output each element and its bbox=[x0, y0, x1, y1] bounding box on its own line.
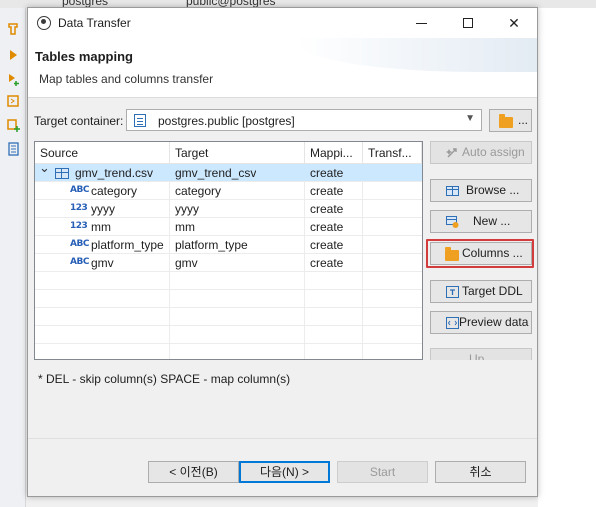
target-container-label: Target container: bbox=[34, 114, 124, 128]
cell-source: gmv bbox=[91, 256, 114, 270]
cell-source: gmv_trend.csv bbox=[75, 166, 154, 180]
cancel-button[interactable]: 취소 bbox=[435, 461, 526, 483]
cell-target[interactable]: gmv_trend_csv bbox=[175, 164, 256, 182]
ide-left-toolbar bbox=[0, 8, 26, 507]
cell-mapping[interactable]: create bbox=[310, 218, 343, 236]
numeric-type-icon: 123 bbox=[70, 221, 88, 231]
header-decoration bbox=[297, 38, 537, 72]
cell-mapping[interactable]: create bbox=[310, 254, 343, 272]
table-row-empty bbox=[35, 272, 422, 290]
target-ddl-label: Target DDL bbox=[462, 284, 523, 298]
new-button[interactable]: New ... bbox=[430, 210, 532, 233]
dialog-titlebar[interactable]: Data Transfer ✕ bbox=[28, 8, 537, 38]
browse-button[interactable]: Browse ... bbox=[430, 179, 532, 202]
ddl-icon bbox=[446, 286, 459, 298]
cell-target[interactable]: yyyy bbox=[175, 200, 199, 218]
preview-data-button[interactable]: Preview data bbox=[430, 311, 532, 334]
up-button-clip: Up bbox=[430, 348, 532, 360]
new-label: New ... bbox=[473, 214, 511, 228]
cell-mapping[interactable]: create bbox=[310, 164, 343, 182]
maximize-icon bbox=[463, 18, 473, 28]
back-button[interactable]: < 이전(B) bbox=[148, 461, 239, 483]
auto-assign-button[interactable]: Auto assign bbox=[430, 141, 532, 164]
cell-mapping[interactable]: create bbox=[310, 236, 343, 254]
page-subtitle: Map tables and columns transfer bbox=[39, 72, 214, 86]
cell-target[interactable]: gmv bbox=[175, 254, 198, 272]
close-button[interactable]: ✕ bbox=[491, 8, 537, 38]
chevron-down-icon[interactable]: ⌄ bbox=[39, 160, 50, 176]
browse-label: Browse ... bbox=[466, 183, 520, 197]
script-new-icon[interactable] bbox=[6, 118, 20, 132]
cell-source: platform_type bbox=[91, 238, 164, 252]
minimize-icon bbox=[416, 23, 427, 24]
cell-mapping[interactable]: create bbox=[310, 182, 343, 200]
cell-source: mm bbox=[91, 220, 111, 234]
up-button[interactable]: Up bbox=[430, 348, 532, 360]
folder-icon bbox=[499, 114, 513, 128]
run-icon[interactable] bbox=[6, 48, 20, 62]
choose-container-label: ... bbox=[518, 113, 529, 127]
table-row-column[interactable]: ABC category category create bbox=[35, 182, 422, 200]
table-row-column[interactable]: 123 mm mm create bbox=[35, 218, 422, 236]
table-browse-icon bbox=[446, 186, 459, 196]
column-header-source[interactable]: Source bbox=[35, 142, 170, 164]
cell-source: yyyy bbox=[91, 202, 115, 216]
keyboard-hint: * DEL - skip column(s) SPACE - map colum… bbox=[38, 372, 291, 386]
dialog-title: Data Transfer bbox=[58, 16, 131, 30]
table-row-empty bbox=[35, 344, 422, 359]
string-type-icon: ABC bbox=[70, 185, 89, 195]
table-row-empty bbox=[35, 308, 422, 326]
table-icon bbox=[55, 168, 69, 179]
schema-icon bbox=[134, 114, 146, 127]
ide-editor-area bbox=[538, 8, 596, 507]
string-type-icon: ABC bbox=[70, 257, 89, 267]
table-row-source-table[interactable]: ⌄ gmv_trend.csv gmv_trend_csv create bbox=[35, 160, 422, 182]
string-type-icon: ABC bbox=[70, 239, 89, 249]
table-row-column[interactable]: ABC gmv gmv create bbox=[35, 254, 422, 272]
wizard-header: Tables mapping Map tables and columns tr… bbox=[28, 38, 537, 98]
target-container-combo[interactable]: postgres.public [postgres] ▼ bbox=[126, 109, 482, 131]
target-container-value: postgres.public [postgres] bbox=[158, 114, 295, 128]
target-ddl-button[interactable]: Target DDL bbox=[430, 280, 532, 303]
explain-icon[interactable] bbox=[6, 142, 20, 156]
start-button[interactable]: Start bbox=[337, 461, 428, 483]
cell-target[interactable]: category bbox=[175, 182, 221, 200]
column-header-mapping[interactable]: Mappi... bbox=[305, 142, 363, 164]
choose-container-button[interactable]: ... bbox=[489, 109, 532, 132]
auto-assign-icon bbox=[446, 148, 457, 158]
dbeaver-app-icon bbox=[37, 16, 51, 30]
maximize-button[interactable] bbox=[445, 8, 491, 38]
footer-divider bbox=[28, 438, 537, 439]
table-row-empty bbox=[35, 290, 422, 308]
column-header-target[interactable]: Target bbox=[170, 142, 305, 164]
data-transfer-dialog: Data Transfer ✕ Tables mapping Map table… bbox=[27, 7, 538, 497]
column-header-transform[interactable]: Transf... bbox=[363, 142, 422, 164]
columns-button-highlight bbox=[426, 239, 534, 268]
cell-mapping[interactable]: create bbox=[310, 200, 343, 218]
mapping-table[interactable]: Source Target Mappi... Transf... ⌄ gmv_tr… bbox=[34, 141, 423, 360]
up-label: Up bbox=[469, 352, 485, 360]
sql-editor-icon[interactable] bbox=[6, 22, 20, 36]
table-row-column[interactable]: 123 yyyy yyyy create bbox=[35, 200, 422, 218]
chevron-down-icon: ▼ bbox=[465, 113, 475, 124]
cell-target[interactable]: mm bbox=[175, 218, 195, 236]
new-table-icon bbox=[446, 216, 459, 228]
cell-target[interactable]: platform_type bbox=[175, 236, 248, 254]
preview-data-label: Preview data bbox=[459, 315, 529, 329]
page-title: Tables mapping bbox=[35, 49, 133, 64]
close-icon: ✕ bbox=[508, 15, 520, 31]
numeric-type-icon: 123 bbox=[70, 203, 88, 213]
table-row-empty bbox=[35, 326, 422, 344]
run-new-icon[interactable] bbox=[6, 72, 20, 86]
preview-icon bbox=[446, 317, 459, 329]
minimize-button[interactable] bbox=[399, 8, 445, 38]
next-button[interactable]: 다음(N) > bbox=[239, 461, 330, 483]
cell-source: category bbox=[91, 184, 138, 198]
auto-assign-label: Auto assign bbox=[462, 145, 525, 159]
script-icon[interactable] bbox=[6, 94, 20, 108]
table-row-column[interactable]: ABC platform_type platform_type create bbox=[35, 236, 422, 254]
